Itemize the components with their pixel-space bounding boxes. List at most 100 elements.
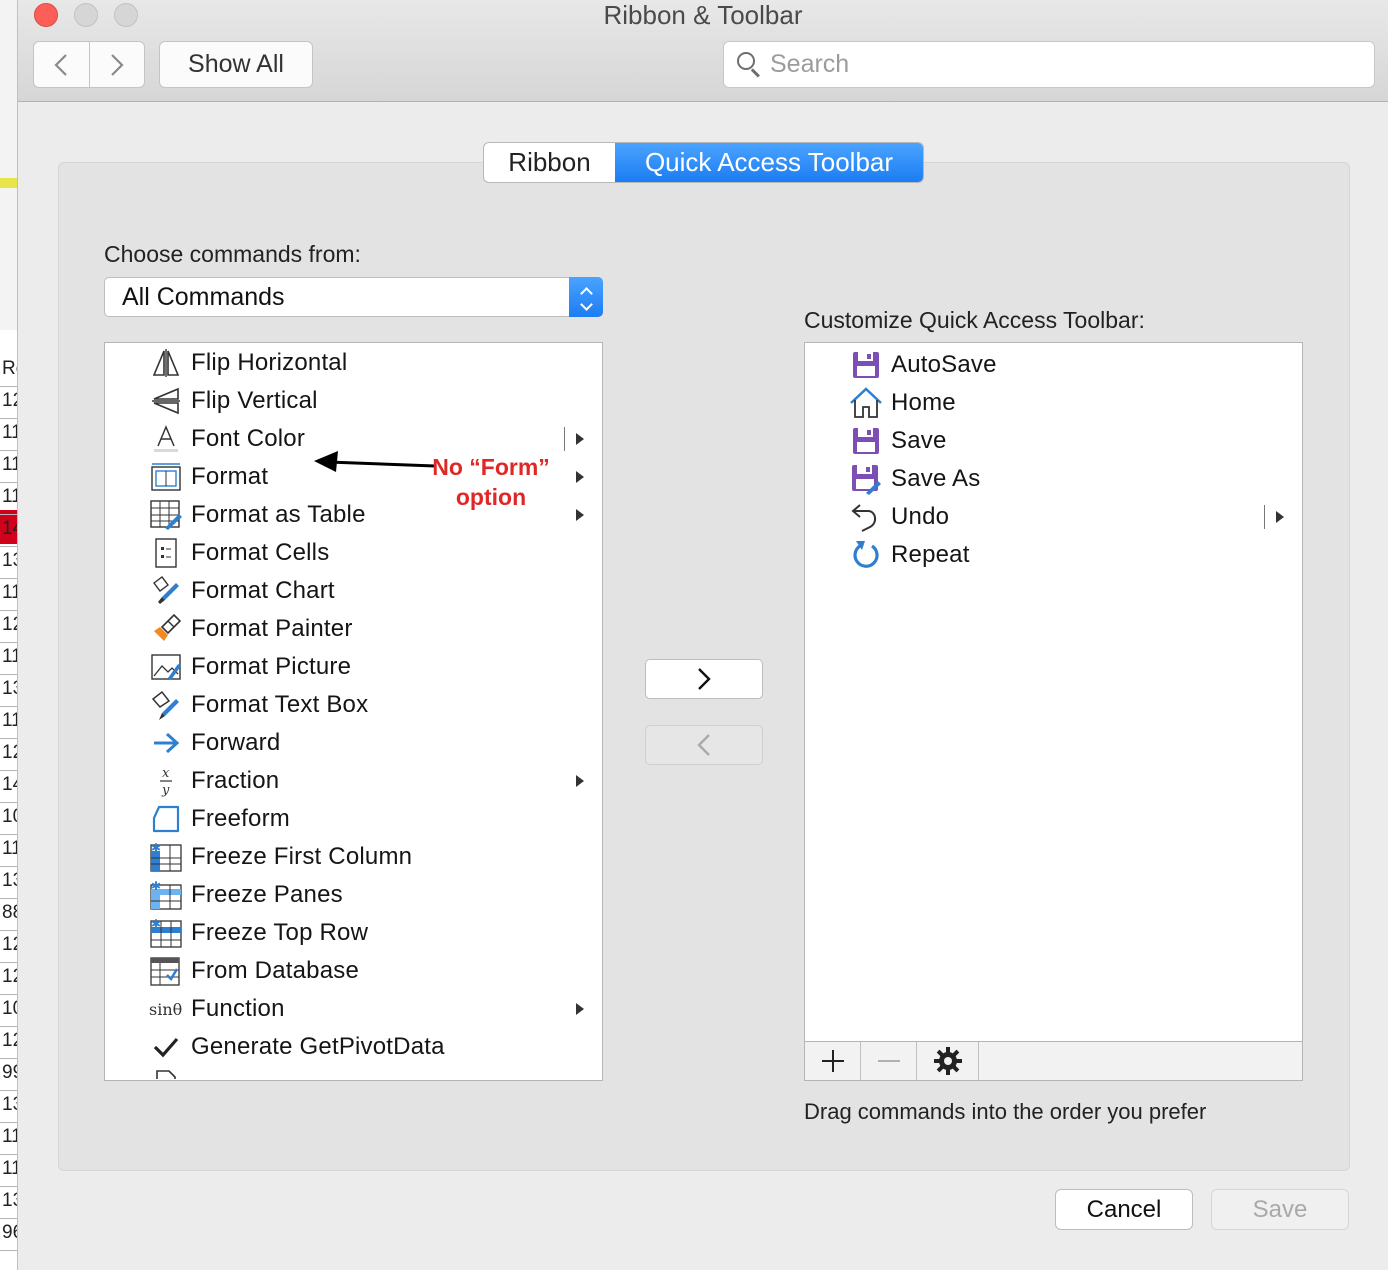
background-row-divider (0, 546, 17, 547)
toolbar-commands-list[interactable]: AutoSave Home Save Save As Undo Repeat (804, 342, 1303, 1081)
list-editing-toolbar (804, 1041, 1303, 1081)
format-text-box-icon (149, 688, 183, 722)
save-button[interactable]: Save (1211, 1189, 1349, 1230)
background-row-divider (0, 802, 17, 803)
list-item[interactable]: Format Chart (105, 572, 602, 610)
background-row-divider (0, 930, 17, 931)
window-title: Ribbon & Toolbar (603, 0, 803, 30)
background-row-divider (0, 738, 17, 739)
tab-quick-access-toolbar[interactable]: Quick Access Toolbar (615, 143, 923, 182)
list-item[interactable]: ✱ Freeze Panes (105, 876, 602, 914)
background-row-number: 12 (2, 1030, 17, 1051)
background-row-divider (0, 898, 17, 899)
background-row-divider (0, 770, 17, 771)
annotation-arrow (314, 451, 436, 472)
annotation-note: No “Form” option (422, 452, 560, 512)
format-painter-icon (149, 612, 183, 646)
background-row-number: 96 (2, 1222, 17, 1243)
svg-text:x: x (162, 766, 170, 781)
list-item[interactable]: Format Picture (105, 648, 602, 686)
background-row-number: 99 (2, 1062, 17, 1083)
background-row-number: 11 (2, 710, 17, 731)
save-icon (849, 424, 883, 458)
tab-ribbon[interactable]: Ribbon (484, 143, 615, 182)
list-item[interactable]: AutoSave (805, 346, 1302, 384)
list-item-label: Format Chart (191, 577, 335, 604)
settings-button[interactable] (917, 1042, 979, 1080)
cancel-button[interactable]: Cancel (1055, 1189, 1193, 1230)
submenu-arrow-icon[interactable] (576, 509, 584, 521)
commands-source-value: All Commands (122, 282, 285, 311)
chevron-left-icon (54, 53, 68, 76)
list-item[interactable]: Undo (805, 498, 1302, 536)
search-icon (736, 51, 764, 79)
forward-button[interactable] (88, 42, 145, 87)
list-item-label: Format as Table (191, 501, 366, 528)
search-field[interactable] (723, 41, 1375, 88)
remove-command-button[interactable] (645, 725, 763, 765)
background-row-divider (0, 994, 17, 995)
list-item[interactable]: From Database (105, 952, 602, 990)
submenu-arrow-icon[interactable] (576, 1003, 584, 1015)
list-item-label: Format Painter (191, 615, 353, 642)
list-item-label: Flip Horizontal (191, 349, 348, 376)
list-item[interactable]: sinθ Function (105, 990, 602, 1028)
font-color-icon (149, 422, 183, 456)
list-item-label: Fraction (191, 767, 280, 794)
list-item-label: Undo (891, 503, 950, 530)
list-item[interactable]: ✱ Freeze Top Row (105, 914, 602, 952)
list-item[interactable]: Save (805, 422, 1302, 460)
list-item-label: Freeze Panes (191, 881, 343, 908)
list-item[interactable]: Format Cells (105, 534, 602, 572)
list-item-partial[interactable] (105, 1066, 602, 1080)
background-row-divider (0, 1218, 17, 1219)
background-row-number: Re (2, 358, 17, 379)
list-item-label: Save As (891, 465, 981, 492)
flip-vertical-icon (149, 384, 183, 418)
background-row-divider (0, 578, 17, 579)
commands-source-select[interactable]: All Commands (104, 277, 603, 317)
list-item[interactable]: Flip Vertical (105, 382, 602, 420)
background-row-divider (0, 1090, 17, 1091)
list-item[interactable]: Home (805, 384, 1302, 422)
document-icon (149, 1068, 183, 1080)
list-item[interactable]: Forward (105, 724, 602, 762)
list-item[interactable]: Freeform (105, 800, 602, 838)
list-item-label: Format Text Box (191, 691, 369, 718)
list-item-label: Freeze First Column (191, 843, 413, 870)
search-input[interactable] (770, 50, 1330, 79)
background-row-divider (0, 418, 17, 419)
list-item[interactable]: Format Text Box (105, 686, 602, 724)
background-row-divider (0, 1154, 17, 1155)
submenu-arrow-icon[interactable] (1264, 505, 1284, 529)
background-row-divider (0, 386, 17, 387)
list-item-label: Forward (191, 729, 281, 756)
background-highlight (0, 178, 17, 188)
list-item-label: Generate GetPivotData (191, 1033, 445, 1060)
background-row-number: 12 (2, 614, 17, 635)
freeze-top-row-icon: ✱ (149, 916, 183, 950)
add-command-button[interactable] (645, 659, 763, 699)
list-item[interactable]: Save As (805, 460, 1302, 498)
remove-item-button[interactable] (861, 1042, 917, 1080)
background-spreadsheet: Re 12 11 11 11 14 13 11 12 11 13 11 12 14 10 11 13 88 12 12… (0, 0, 18, 1270)
background-row-number: 11 (2, 1158, 17, 1179)
list-item[interactable]: Repeat (805, 536, 1302, 574)
list-item[interactable]: Flip Horizontal (105, 344, 602, 382)
submenu-arrow-icon[interactable] (576, 775, 584, 787)
list-item-label: Flip Vertical (191, 387, 318, 414)
back-button[interactable] (34, 42, 89, 87)
save-as-icon (849, 462, 883, 496)
list-item[interactable]: Format Painter (105, 610, 602, 648)
list-item[interactable]: ✱ Freeze First Column (105, 838, 602, 876)
show-all-button[interactable]: Show All (159, 41, 313, 88)
add-item-button[interactable] (805, 1042, 861, 1080)
submenu-arrow-icon[interactable] (564, 427, 584, 451)
list-item[interactable]: Generate GetPivotData (105, 1028, 602, 1066)
function-icon: sinθ (149, 999, 183, 1019)
freeform-icon (149, 802, 183, 836)
submenu-arrow-icon[interactable] (576, 471, 584, 483)
drag-hint-text: Drag commands into the order you prefer (804, 1099, 1207, 1124)
format-picture-icon (149, 650, 183, 684)
list-item[interactable]: xy Fraction (105, 762, 602, 800)
